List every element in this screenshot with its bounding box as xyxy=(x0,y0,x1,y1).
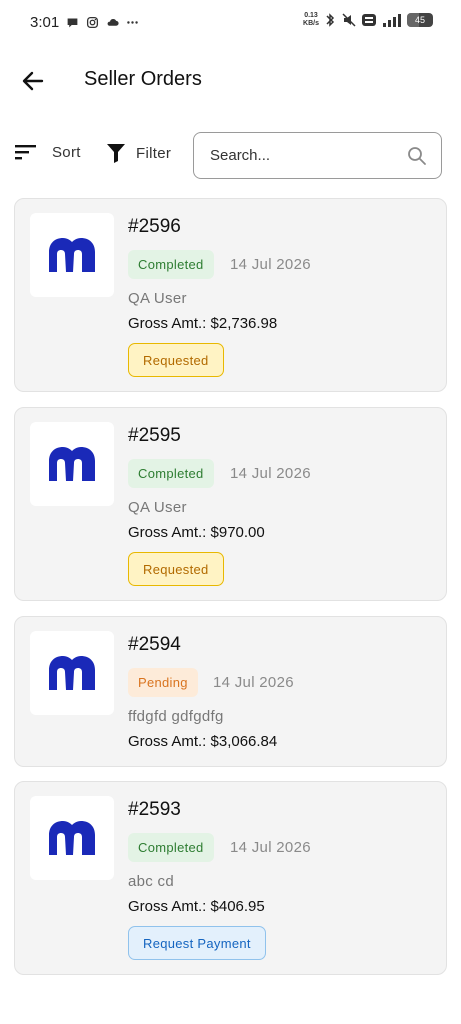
order-date: 14 Jul 2026 xyxy=(230,256,311,273)
gross-amount: Gross Amt.: $970.00 xyxy=(128,524,265,541)
order-card[interactable]: #2595 Completed 14 Jul 2026 QA User Gros… xyxy=(14,407,447,601)
sort-label: Sort xyxy=(52,143,81,161)
search-input[interactable] xyxy=(210,147,390,164)
filter-label: Filter xyxy=(136,144,172,162)
bluetooth-icon xyxy=(326,13,335,27)
chat-bubble-icon xyxy=(67,17,78,27)
filter-funnel-icon xyxy=(107,144,125,163)
brand-logo-icon xyxy=(49,238,95,272)
status-badge: Pending xyxy=(128,668,198,697)
volte-icon xyxy=(362,14,376,26)
gross-amount: Gross Amt.: $2,736.98 xyxy=(128,315,278,332)
order-number: #2595 xyxy=(128,425,181,446)
search-icon[interactable] xyxy=(407,146,427,166)
order-number: #2596 xyxy=(128,216,181,237)
status-time: 3:01 xyxy=(30,13,60,31)
sort-icon xyxy=(15,145,36,160)
store-logo xyxy=(30,213,114,297)
page-title: Seller Orders xyxy=(84,68,202,90)
customer-name: QA User xyxy=(128,499,187,516)
status-bar: 3:01 0.13 KB/s 45 xyxy=(0,0,461,44)
app-header: Seller Orders xyxy=(0,56,461,104)
brand-logo-icon xyxy=(49,821,95,855)
order-card[interactable]: #2594 Pending 14 Jul 2026 ffdgfd gdfgdfg… xyxy=(14,616,447,767)
signal-5g-icon xyxy=(383,14,401,27)
order-date: 14 Jul 2026 xyxy=(213,674,294,691)
brand-logo-icon xyxy=(49,447,95,481)
order-date: 14 Jul 2026 xyxy=(230,465,311,482)
order-card[interactable]: #2596 Completed 14 Jul 2026 QA User Gros… xyxy=(14,198,447,392)
customer-name: abc cd xyxy=(128,873,174,890)
sort-button[interactable]: Sort xyxy=(14,142,81,162)
store-logo xyxy=(30,796,114,880)
more-dots-icon xyxy=(127,20,138,24)
status-badge: Completed xyxy=(128,250,214,279)
order-date: 14 Jul 2026 xyxy=(230,839,311,856)
cloud-icon xyxy=(107,18,119,26)
order-number: #2594 xyxy=(128,634,181,655)
back-arrow-icon[interactable] xyxy=(20,68,46,94)
network-speed: 0.13 KB/s xyxy=(303,12,319,27)
order-card[interactable]: #2593 Completed 14 Jul 2026 abc cd Gross… xyxy=(14,781,447,975)
status-badge: Completed xyxy=(128,833,214,862)
brand-logo-icon xyxy=(49,656,95,690)
requested-button[interactable]: Requested xyxy=(128,343,224,377)
toolbar: Sort Filter xyxy=(0,132,461,180)
gross-amount: Gross Amt.: $406.95 xyxy=(128,898,265,915)
gross-amount: Gross Amt.: $3,066.84 xyxy=(128,733,278,750)
requested-button[interactable]: Requested xyxy=(128,552,224,586)
battery-indicator: 45 xyxy=(407,13,433,27)
store-logo xyxy=(30,422,114,506)
customer-name: ffdgfd gdfgdfg xyxy=(128,708,224,725)
status-badge: Completed xyxy=(128,459,214,488)
mute-icon xyxy=(342,13,356,27)
instagram-icon xyxy=(87,16,99,28)
filter-button[interactable]: Filter xyxy=(106,142,171,164)
order-number: #2593 xyxy=(128,799,181,820)
customer-name: QA User xyxy=(128,290,187,307)
store-logo xyxy=(30,631,114,715)
search-box[interactable] xyxy=(193,132,442,179)
request-payment-button[interactable]: Request Payment xyxy=(128,926,266,960)
